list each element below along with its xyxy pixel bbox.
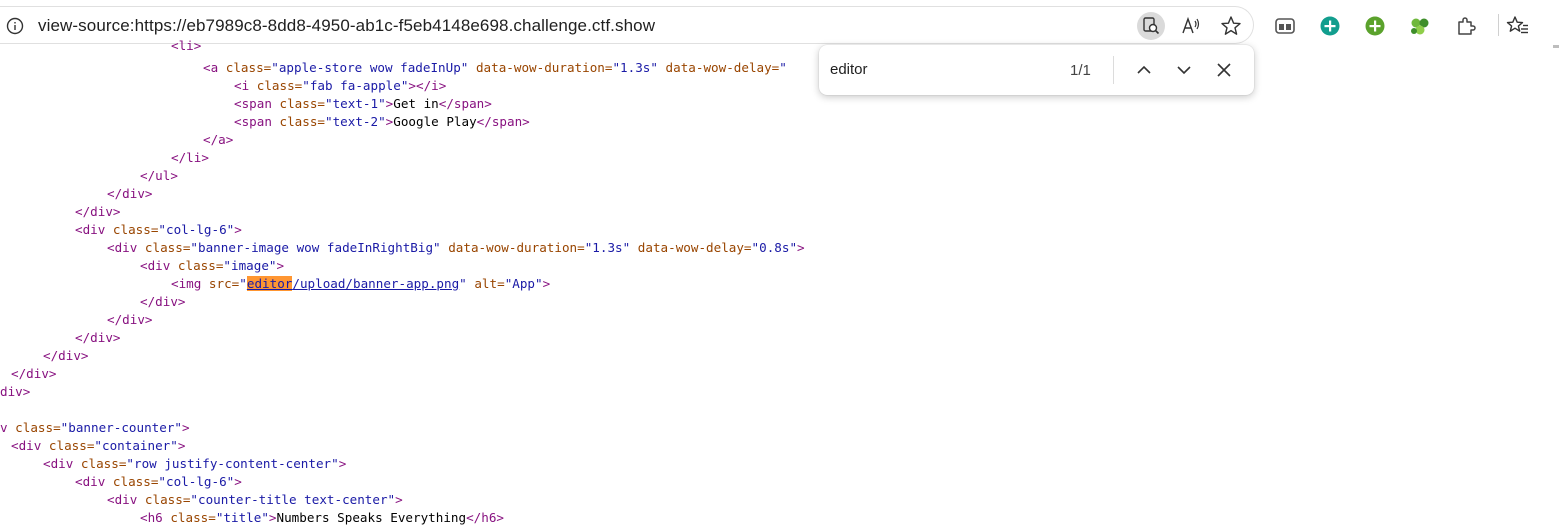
source-line: </li> <box>171 150 209 165</box>
source-line: </a> <box>203 132 234 147</box>
find-divider <box>1113 56 1114 84</box>
chevron-down-icon <box>1177 66 1191 75</box>
source-line: <div class="counter-title text-center"> <box>107 492 403 507</box>
source-line: </ul> <box>140 168 178 183</box>
source-line: <div class="col-lg-6"> <box>75 474 242 489</box>
source-line: <span class="text-2">Google Play</span> <box>234 114 530 129</box>
source-link[interactable]: /upload/banner-app.png <box>292 276 459 291</box>
close-icon <box>1217 63 1231 77</box>
find-bar: editor 1/1 <box>819 45 1254 95</box>
source-line: </div> <box>43 348 89 363</box>
source-line: </div> <box>107 186 153 201</box>
address-bar[interactable]: view-source:https://eb7989c8-8dd8-4950-a… <box>0 6 1254 44</box>
source-line: <div class="col-lg-6"> <box>75 222 242 237</box>
source-line: </div> <box>75 204 121 219</box>
extensions-icon[interactable] <box>1453 13 1479 39</box>
source-line: v class="banner-counter"> <box>0 420 190 435</box>
find-match-highlight[interactable]: editor <box>246 276 293 291</box>
find-match-count: 1/1 <box>1070 62 1091 79</box>
favorites-icon[interactable] <box>1505 13 1531 39</box>
source-line: </div> <box>140 294 186 309</box>
extension-green-plus-icon[interactable] <box>1362 13 1388 39</box>
source-line: <h6 class="title">Numbers Speaks Everyth… <box>140 510 504 525</box>
source-line: </div> <box>107 312 153 327</box>
find-next-button[interactable] <box>1172 58 1196 82</box>
source-line: <a class="apple-store wow fadeInUp" data… <box>203 60 787 75</box>
source-line: <span class="text-1">Get in</span> <box>234 96 492 111</box>
find-previous-button[interactable] <box>1132 58 1156 82</box>
page-translate-icon[interactable] <box>1137 12 1165 40</box>
source-line: <div class="image"> <box>140 258 285 273</box>
source-line: <li> <box>171 40 202 53</box>
url-text[interactable]: view-source:https://eb7989c8-8dd8-4950-a… <box>38 16 655 36</box>
source-view: <li> <a class="apple-store wow fadeInUp"… <box>0 40 1559 530</box>
source-line: <i class="fab fa-apple"></i> <box>234 78 447 93</box>
extension-puzzle-green-icon[interactable] <box>1407 13 1433 39</box>
find-input[interactable]: editor <box>830 61 868 78</box>
source-line: </div> <box>75 330 121 345</box>
source-line: div> <box>0 384 31 399</box>
read-aloud-icon[interactable] <box>1178 12 1206 40</box>
source-line: </div> <box>11 366 57 381</box>
source-line: <div class="banner-image wow fadeInRight… <box>107 240 805 255</box>
find-close-button[interactable] <box>1212 58 1236 82</box>
extension-teal-plus-icon[interactable] <box>1317 13 1343 39</box>
chevron-up-icon <box>1137 65 1151 74</box>
source-line: <div class="container"> <box>11 438 186 453</box>
tab-actions-icon[interactable] <box>1272 13 1298 39</box>
source-line: <img src="editor/upload/banner-app.png" … <box>171 276 551 291</box>
toolbar-divider <box>1498 14 1499 36</box>
favorite-star-icon[interactable] <box>1217 12 1245 40</box>
info-icon[interactable] <box>6 17 24 35</box>
source-line: <div class="row justify-content-center"> <box>43 456 347 471</box>
